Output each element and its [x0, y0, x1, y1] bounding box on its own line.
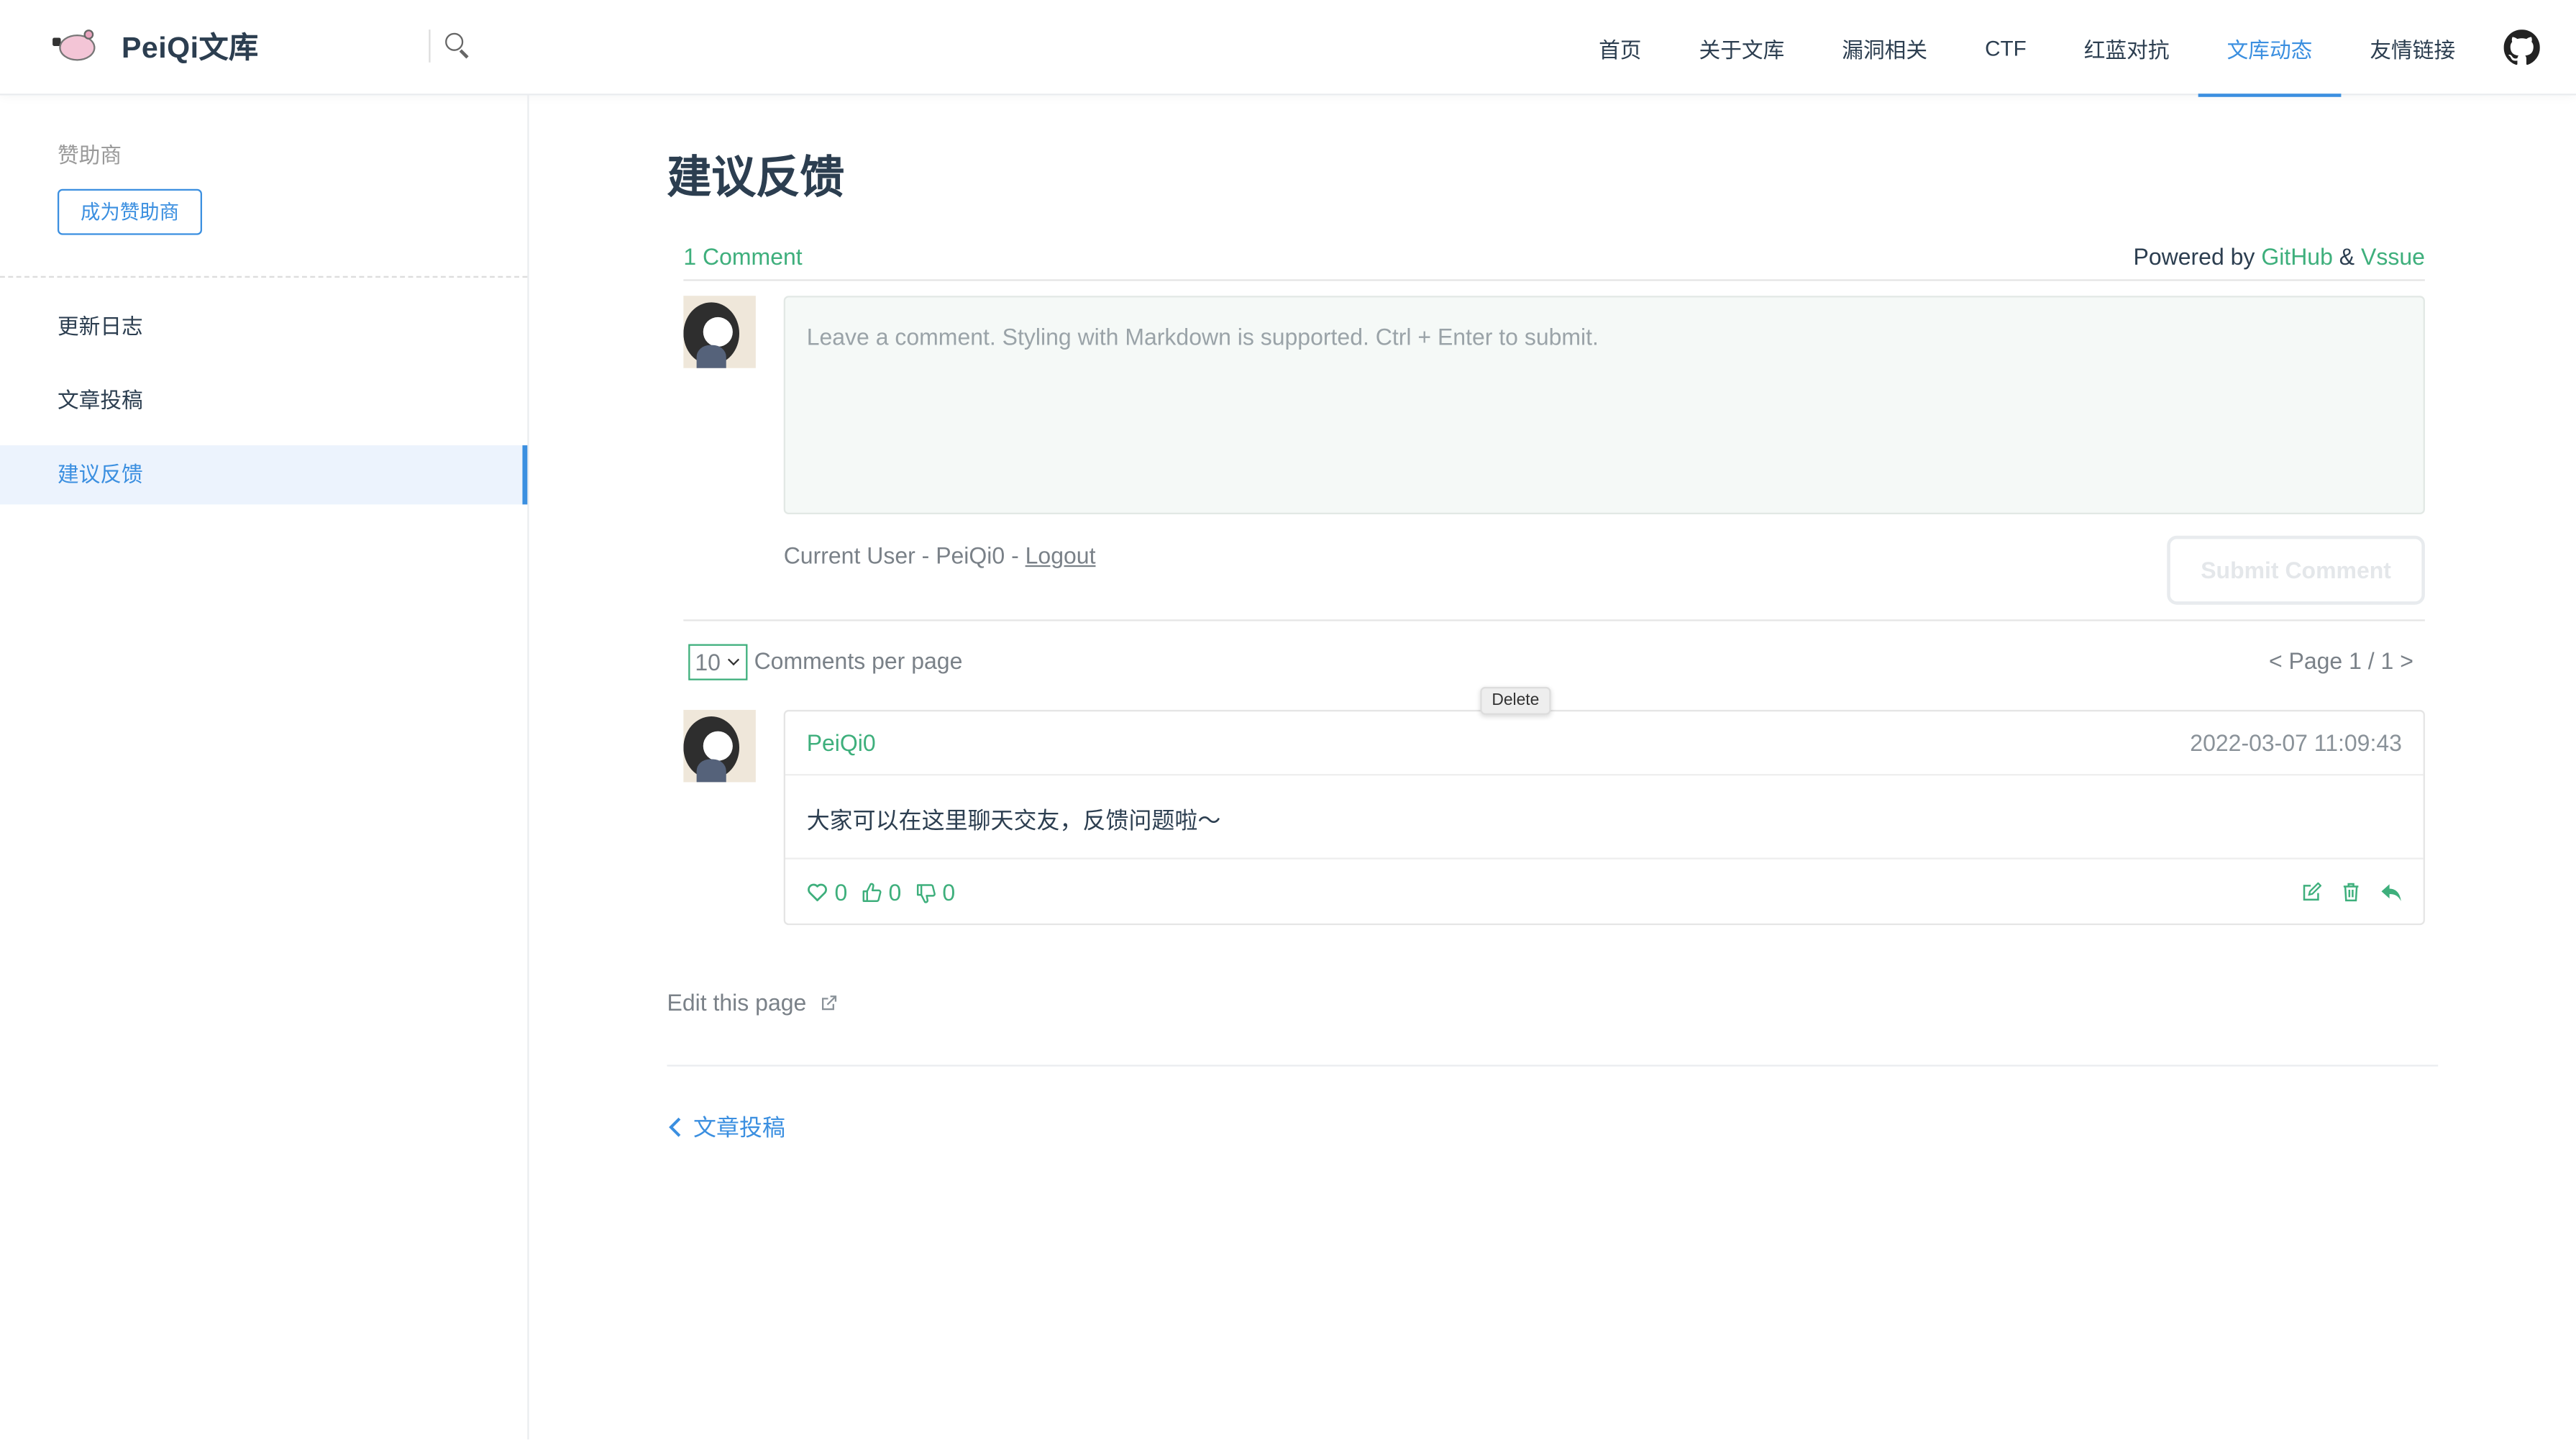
comment-footer: 0 0 0: [785, 860, 2424, 925]
page-info[interactable]: < Page 1 / 1 >: [2269, 647, 2413, 674]
nav-item-redblue[interactable]: 红蓝对抗: [2055, 0, 2198, 96]
search-icon[interactable]: [444, 31, 473, 60]
vssue-comments: 1 Comment Powered by GitHub & Vssue Leav…: [683, 232, 2425, 947]
avatar: [683, 709, 756, 783]
like-reaction[interactable]: 0: [861, 879, 902, 906]
reactions: 0 0 0: [807, 879, 969, 906]
main-content: 建议反馈 1 Comment Powered by GitHub & Vssue…: [667, 96, 2439, 1140]
site-title: PeiQi文库: [122, 31, 259, 65]
new-comment-form: Leave a comment. Styling with Markdown i…: [683, 296, 2425, 621]
chevron-left-icon: [669, 1117, 681, 1137]
thumbs-down-icon: [916, 883, 935, 903]
comment-textarea[interactable]: Leave a comment. Styling with Markdown i…: [783, 296, 2425, 515]
logout-link[interactable]: Logout: [1026, 542, 1096, 569]
per-page-label: Comments per page: [754, 647, 963, 674]
sidebar-item-submit-article[interactable]: 文章投稿: [0, 371, 527, 430]
sponsor-label: 赞助商: [57, 142, 122, 168]
like-count: 0: [888, 879, 902, 906]
per-page-select[interactable]: 10: [688, 644, 748, 680]
nav-item-friends[interactable]: 友情链接: [2341, 0, 2484, 96]
logo-icon: [52, 24, 105, 67]
divider: [667, 1065, 2439, 1067]
edit-page-link[interactable]: Edit this page: [667, 989, 838, 1016]
reply-icon[interactable]: [2380, 883, 2402, 902]
delete-tooltip: Delete: [1480, 686, 1551, 715]
external-link-icon: [821, 994, 836, 1010]
comment-card: PeiQi0 2022-03-07 11:09:43 大家可以在这里聊天交友，反…: [783, 709, 2425, 926]
nav-item-vulns[interactable]: 漏洞相关: [1813, 0, 1956, 96]
heart-count: 0: [834, 879, 848, 906]
nav-links: 首页 关于文库 漏洞相关 CTF 红蓝对抗 文库动态 友情链接: [1570, 0, 2576, 97]
become-sponsor-button[interactable]: 成为赞助商: [57, 188, 203, 235]
vssue-header: 1 Comment Powered by GitHub & Vssue: [683, 232, 2425, 281]
heart-icon: [808, 883, 827, 901]
comment-tools: [2282, 882, 2402, 902]
github-icon[interactable]: [2503, 29, 2540, 65]
sidebar-links: 更新日志 文章投稿 建议反馈: [0, 278, 528, 505]
vssue-link[interactable]: Vssue: [2361, 242, 2425, 269]
sidebar: 赞助商 成为赞助商 更新日志 文章投稿 建议反馈: [0, 95, 529, 1440]
comment-body: 大家可以在这里聊天交友，反馈问题啦～: [785, 775, 2424, 860]
nav-item-home[interactable]: 首页: [1570, 0, 1670, 96]
powered-amp: &: [2339, 242, 2355, 269]
current-user-label: Current User - PeiQi0 -: [783, 542, 1019, 569]
powered-prefix: Powered by: [2133, 242, 2255, 269]
prev-page-link[interactable]: 文章投稿: [667, 1111, 785, 1144]
comment-header: PeiQi0 2022-03-07 11:09:43: [785, 711, 2424, 776]
sidebar-item-feedback[interactable]: 建议反馈: [0, 445, 528, 505]
page: PeiQi文库 首页 关于文库 漏洞相关 CTF 红蓝对抗 文库动态 友情链接 …: [0, 0, 2576, 1440]
chevron-down-icon: [727, 654, 740, 666]
comment-count: 1 Comment: [683, 242, 803, 269]
comment-time: 2022-03-07 11:09:43: [2190, 729, 2402, 756]
github-link[interactable]: GitHub: [2261, 242, 2333, 269]
per-page-value: 10: [695, 649, 721, 675]
dislike-count: 0: [942, 879, 956, 906]
submit-comment-button[interactable]: Submit Comment: [2167, 535, 2425, 605]
nav-item-news[interactable]: 文库动态: [2198, 0, 2342, 97]
edit-page-label: Edit this page: [667, 989, 807, 1016]
avatar: [683, 296, 756, 368]
nav-item-about[interactable]: 关于文库: [1671, 0, 1814, 96]
heart-reaction[interactable]: 0: [807, 879, 848, 906]
comment-author[interactable]: PeiQi0: [807, 729, 876, 756]
sidebar-item-changelog[interactable]: 更新日志: [0, 297, 527, 356]
top-navbar: PeiQi文库 首页 关于文库 漏洞相关 CTF 红蓝对抗 文库动态 友情链接: [0, 0, 2576, 97]
powered-by: Powered by GitHub & Vssue: [2134, 242, 2425, 269]
divider: [429, 29, 431, 63]
brand-link[interactable]: PeiQi文库: [52, 22, 259, 71]
page-title: 建议反馈: [667, 152, 845, 202]
nav-item-ctf[interactable]: CTF: [1956, 0, 2055, 96]
edit-icon[interactable]: [2302, 882, 2321, 902]
current-user: Current User - PeiQi0 - Logout: [784, 542, 1096, 569]
comments-pager: 10 Comments per page < Page 1 / 1 >: [683, 621, 2425, 701]
comment-item: PeiQi0 2022-03-07 11:09:43 大家可以在这里聊天交友，反…: [683, 686, 2425, 947]
dislike-reaction[interactable]: 0: [915, 879, 956, 906]
prev-page-label: 文章投稿: [693, 1113, 785, 1141]
sponsor-section: 赞助商 成为赞助商: [0, 96, 528, 278]
thumbs-up-icon: [862, 882, 882, 901]
delete-icon[interactable]: [2341, 883, 2360, 902]
